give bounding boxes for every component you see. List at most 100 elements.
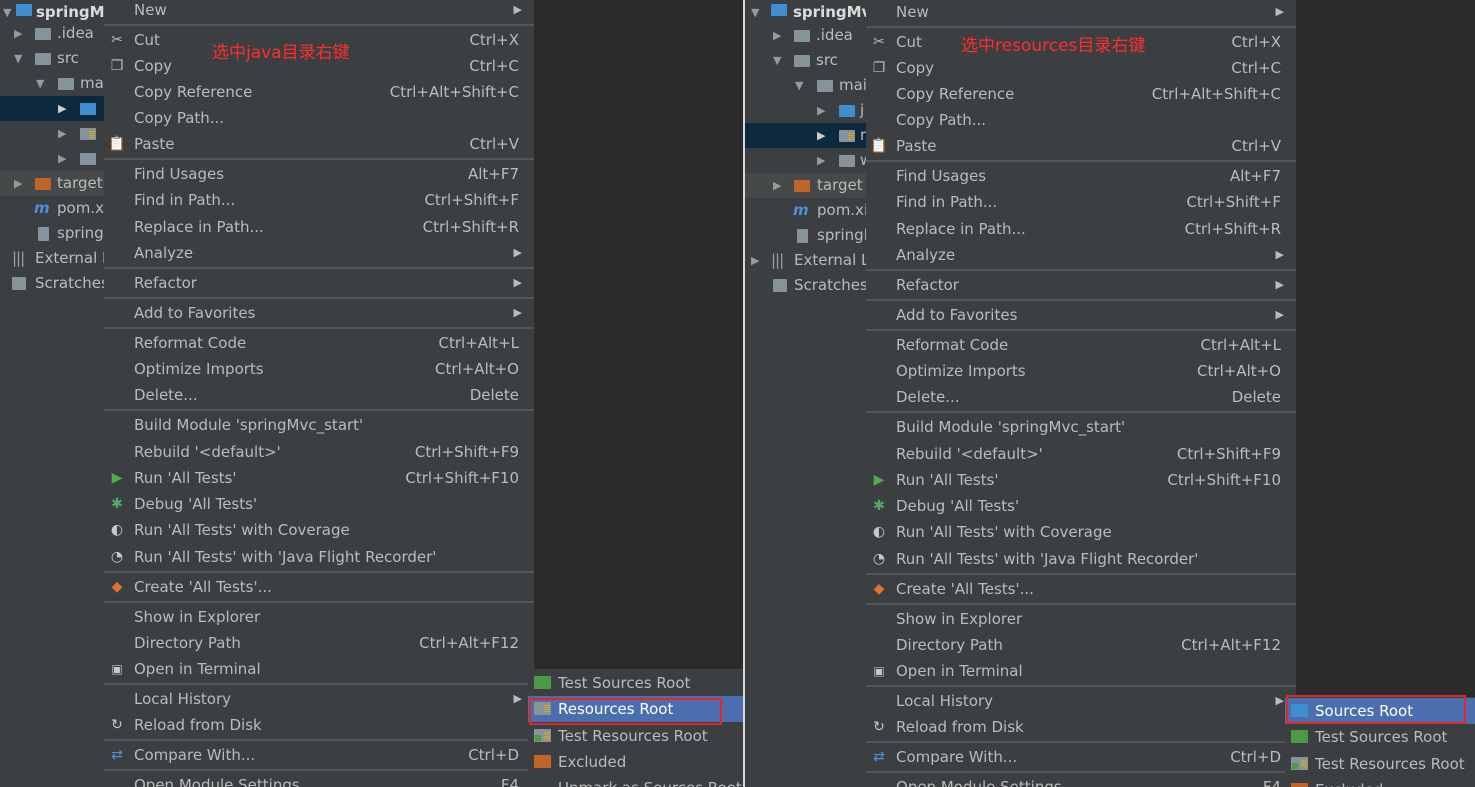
menu-item-reload-from-disk[interactable]: ↻ Reload from Disk bbox=[104, 712, 534, 738]
submenu-item-test-resources-root[interactable]: Test Resources Root bbox=[528, 723, 743, 749]
menu-item-run-with-jfr[interactable]: ◔ Run 'All Tests' with 'Java Flight Recor… bbox=[866, 546, 1296, 572]
menu-item-copy-reference[interactable]: Copy Reference Ctrl+Alt+Shift+C bbox=[866, 81, 1296, 107]
menu-item-run-all-tests[interactable]: ▶ Run 'All Tests' Ctrl+Shift+F10 bbox=[104, 465, 534, 491]
menu-item-local-history[interactable]: Local History ▶ bbox=[104, 686, 534, 712]
chevron-down-icon[interactable]: ▼ bbox=[751, 0, 759, 25]
menu-item-analyze[interactable]: Analyze ▶ bbox=[866, 242, 1296, 268]
tree-item-external-libraries[interactable]: ||| External L bbox=[0, 246, 105, 271]
submenu-item-excluded[interactable]: Excluded bbox=[1285, 777, 1475, 787]
tree-item-pom[interactable]: m pom.x bbox=[0, 196, 105, 221]
menu-item-rebuild[interactable]: Rebuild '<default>' Ctrl+Shift+F9 bbox=[866, 441, 1296, 467]
tree-item-java[interactable]: ▶ j bbox=[745, 98, 867, 123]
menu-item-local-history[interactable]: Local History ▶ bbox=[866, 688, 1296, 714]
chevron-right-icon[interactable]: ▶ bbox=[58, 96, 66, 121]
tree-item-resources[interactable]: ▶ bbox=[0, 121, 105, 146]
menu-item-find-usages[interactable]: Find Usages Alt+F7 bbox=[866, 163, 1296, 189]
tree-item-src[interactable]: ▼ src bbox=[0, 46, 105, 71]
menu-item-copy-path[interactable]: Copy Path... bbox=[866, 107, 1296, 133]
menu-item-build-module[interactable]: Build Module 'springMvc_start' bbox=[866, 414, 1296, 440]
submenu-item-test-sources-root[interactable]: Test Sources Root bbox=[1285, 724, 1475, 750]
menu-item-compare-with[interactable]: ⇄ Compare With... Ctrl+D bbox=[866, 744, 1296, 770]
tree-item-main[interactable]: ▼ ma bbox=[0, 71, 105, 96]
menu-item-delete[interactable]: Delete... Delete bbox=[866, 384, 1296, 410]
tree-item-webapp[interactable]: ▶ w bbox=[745, 148, 867, 173]
menu-item-replace-in-path[interactable]: Replace in Path... Ctrl+Shift+R bbox=[866, 216, 1296, 242]
submenu-item-test-resources-root[interactable]: Test Resources Root bbox=[1285, 751, 1475, 777]
menu-item-copy-reference[interactable]: Copy Reference Ctrl+Alt+Shift+C bbox=[104, 79, 534, 105]
menu-item-find-in-path[interactable]: Find in Path... Ctrl+Shift+F bbox=[104, 187, 534, 213]
chevron-down-icon[interactable]: ▼ bbox=[36, 71, 44, 96]
menu-item-reload-from-disk[interactable]: ↻ Reload from Disk bbox=[866, 714, 1296, 740]
menu-item-create-all-tests[interactable]: ◆ Create 'All Tests'... bbox=[104, 574, 534, 600]
menu-item-compare-with[interactable]: ⇄ Compare With... Ctrl+D bbox=[104, 742, 534, 768]
tree-item-root[interactable]: ▼ springMv bbox=[745, 0, 867, 25]
menu-item-paste[interactable]: 📋 Paste Ctrl+V bbox=[104, 131, 534, 157]
chevron-right-icon[interactable]: ▶ bbox=[58, 146, 66, 171]
menu-item-open-in-terminal[interactable]: ▣ Open in Terminal bbox=[104, 656, 534, 682]
chevron-right-icon[interactable]: ▶ bbox=[817, 123, 825, 148]
menu-item-open-in-terminal[interactable]: ▣ Open in Terminal bbox=[866, 658, 1296, 684]
menu-item-analyze[interactable]: Analyze ▶ bbox=[104, 240, 534, 266]
tree-item-webapp[interactable]: ▶ bbox=[0, 146, 105, 171]
tree-item-pom[interactable]: m pom.xi bbox=[745, 198, 867, 223]
submenu-item-test-sources-root[interactable]: Test Sources Root bbox=[528, 670, 743, 696]
tree-item-scratches[interactable]: Scratches bbox=[745, 273, 867, 298]
menu-item-add-to-favorites[interactable]: Add to Favorites ▶ bbox=[104, 300, 534, 326]
tree-item-external-libraries[interactable]: ▶ ||| External Li bbox=[745, 248, 867, 273]
tree-item-iml[interactable]: spring bbox=[0, 221, 105, 246]
tree-item-iml[interactable]: springl bbox=[745, 223, 867, 248]
menu-item-find-usages[interactable]: Find Usages Alt+F7 bbox=[104, 161, 534, 187]
chevron-right-icon[interactable]: ▶ bbox=[773, 173, 781, 198]
tree-item-scratches[interactable]: Scratches bbox=[0, 271, 105, 296]
menu-item-run-all-tests[interactable]: ▶ Run 'All Tests' Ctrl+Shift+F10 bbox=[866, 467, 1296, 493]
menu-item-reformat-code[interactable]: Reformat Code Ctrl+Alt+L bbox=[104, 330, 534, 356]
chevron-right-icon[interactable]: ▶ bbox=[751, 248, 759, 273]
menu-item-new[interactable]: New ▶ bbox=[866, 0, 1296, 25]
tree-item-src[interactable]: ▼ src bbox=[745, 48, 867, 73]
tree-item-java-selected[interactable]: ▶ bbox=[0, 96, 105, 121]
chevron-right-icon[interactable]: ▶ bbox=[14, 171, 22, 196]
menu-item-directory-path[interactable]: Directory Path Ctrl+Alt+F12 bbox=[104, 630, 534, 656]
menu-item-copy-path[interactable]: Copy Path... bbox=[104, 105, 534, 131]
menu-item-run-with-coverage[interactable]: ◐ Run 'All Tests' with Coverage bbox=[866, 519, 1296, 545]
submenu-item-excluded[interactable]: Excluded bbox=[528, 749, 743, 775]
menu-item-add-to-favorites[interactable]: Add to Favorites ▶ bbox=[866, 302, 1296, 328]
tree-item-resources-selected[interactable]: ▶ r bbox=[745, 123, 867, 148]
menu-item-delete[interactable]: Delete... Delete bbox=[104, 382, 534, 408]
menu-item-show-in-explorer[interactable]: Show in Explorer bbox=[104, 604, 534, 630]
chevron-down-icon[interactable]: ▼ bbox=[14, 46, 22, 71]
menu-item-optimize-imports[interactable]: Optimize Imports Ctrl+Alt+O bbox=[104, 356, 534, 382]
submenu-item-unmark-sources-root[interactable]: Unmark as Sources Root bbox=[528, 775, 743, 787]
menu-item-copy[interactable]: ❐ Copy Ctrl+C bbox=[866, 55, 1296, 81]
menu-item-optimize-imports[interactable]: Optimize Imports Ctrl+Alt+O bbox=[866, 358, 1296, 384]
chevron-right-icon[interactable]: ▶ bbox=[773, 23, 781, 48]
menu-item-refactor[interactable]: Refactor ▶ bbox=[104, 270, 534, 296]
tree-item-idea[interactable]: ▶ .idea bbox=[0, 21, 105, 46]
tree-item-idea[interactable]: ▶ .idea bbox=[745, 23, 867, 48]
menu-item-directory-path[interactable]: Directory Path Ctrl+Alt+F12 bbox=[866, 632, 1296, 658]
menu-item-open-module-settings[interactable]: Open Module Settings F4 bbox=[866, 774, 1296, 787]
tree-item-main[interactable]: ▼ mai bbox=[745, 73, 867, 98]
menu-item-debug-all-tests[interactable]: ✱ Debug 'All Tests' bbox=[866, 493, 1296, 519]
menu-item-refactor[interactable]: Refactor ▶ bbox=[866, 272, 1296, 298]
menu-item-reformat-code[interactable]: Reformat Code Ctrl+Alt+L bbox=[866, 332, 1296, 358]
menu-item-new[interactable]: New ▶ bbox=[104, 0, 534, 23]
menu-item-create-all-tests[interactable]: ◆ Create 'All Tests'... bbox=[866, 576, 1296, 602]
chevron-down-icon[interactable]: ▼ bbox=[773, 48, 781, 73]
tree-item-target[interactable]: ▶ target bbox=[745, 173, 867, 198]
menu-item-find-in-path[interactable]: Find in Path... Ctrl+Shift+F bbox=[866, 189, 1296, 215]
menu-item-run-with-coverage[interactable]: ◐ Run 'All Tests' with Coverage bbox=[104, 517, 534, 543]
chevron-right-icon[interactable]: ▶ bbox=[58, 121, 66, 146]
chevron-right-icon[interactable]: ▶ bbox=[817, 98, 825, 123]
chevron-right-icon[interactable]: ▶ bbox=[14, 21, 22, 46]
menu-item-build-module[interactable]: Build Module 'springMvc_start' bbox=[104, 412, 534, 438]
chevron-down-icon[interactable]: ▼ bbox=[795, 73, 803, 98]
menu-item-replace-in-path[interactable]: Replace in Path... Ctrl+Shift+R bbox=[104, 214, 534, 240]
menu-item-run-with-jfr[interactable]: ◔ Run 'All Tests' with 'Java Flight Recor… bbox=[104, 544, 534, 570]
menu-item-debug-all-tests[interactable]: ✱ Debug 'All Tests' bbox=[104, 491, 534, 517]
chevron-right-icon[interactable]: ▶ bbox=[817, 148, 825, 173]
menu-item-open-module-settings[interactable]: Open Module Settings F4 bbox=[104, 772, 534, 787]
menu-item-paste[interactable]: 📋 Paste Ctrl+V bbox=[866, 133, 1296, 159]
menu-item-show-in-explorer[interactable]: Show in Explorer bbox=[866, 606, 1296, 632]
menu-item-rebuild[interactable]: Rebuild '<default>' Ctrl+Shift+F9 bbox=[104, 439, 534, 465]
